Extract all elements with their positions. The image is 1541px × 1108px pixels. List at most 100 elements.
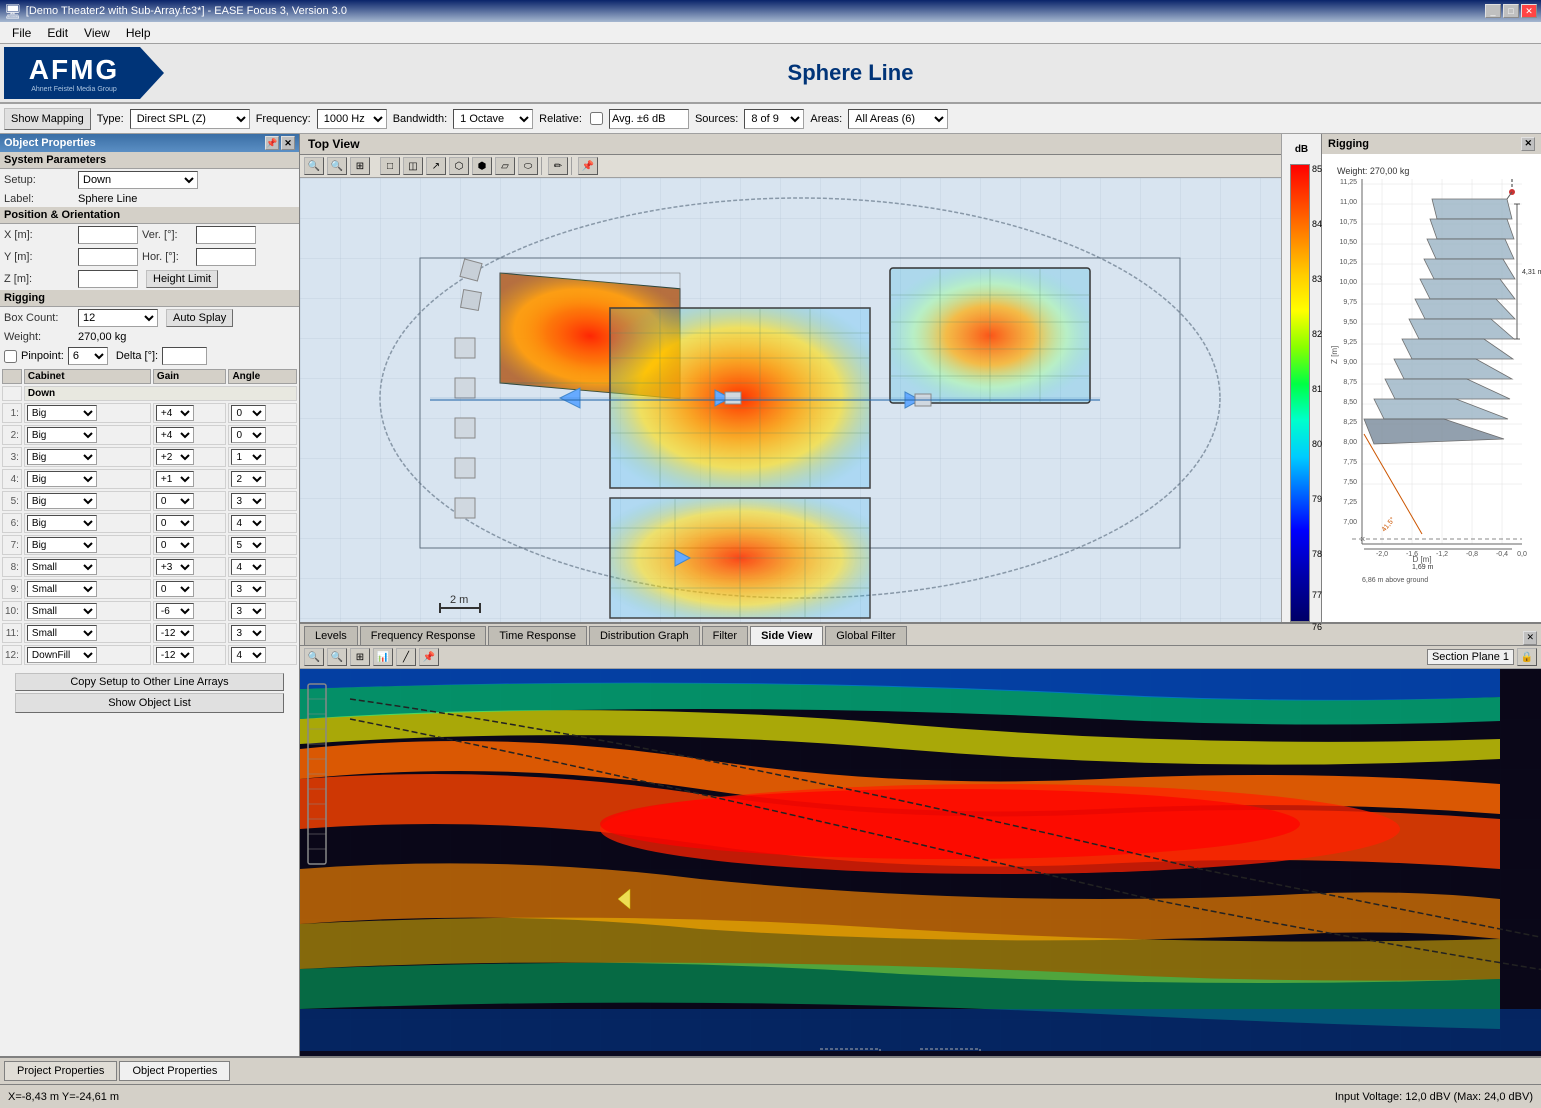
cab-type-select[interactable]: Small	[27, 625, 97, 641]
shape-btn[interactable]: ⬡	[449, 157, 469, 175]
cab-angle-select[interactable]: 1	[231, 449, 266, 465]
cab-gain-select[interactable]: +4	[156, 427, 194, 443]
shape4-btn[interactable]: ⬭	[518, 157, 538, 175]
pinpoint-select[interactable]: 6	[68, 347, 108, 365]
section-lock[interactable]: 🔒	[1517, 648, 1537, 666]
zoom-in-btn[interactable]: 🔍	[304, 157, 324, 175]
rigging-close-btn[interactable]: ✕	[1521, 137, 1535, 151]
cab-angle-select[interactable]: 2	[231, 471, 266, 487]
menu-view[interactable]: View	[76, 24, 118, 42]
section-graph[interactable]: 📊	[373, 648, 393, 666]
cab-gain-select[interactable]: +2	[156, 449, 194, 465]
tab-global-filter[interactable]: Global Filter	[825, 626, 906, 645]
cab-gain-select[interactable]: +3	[156, 559, 194, 575]
fit-btn[interactable]: ⊞	[350, 157, 370, 175]
tab-filter[interactable]: Filter	[702, 626, 748, 645]
cab-gain-select[interactable]: 0	[156, 581, 194, 597]
pin-btn[interactable]: 📌	[578, 157, 598, 175]
zoom-out-btn[interactable]: 🔍	[327, 157, 347, 175]
section-zoom-out[interactable]: 🔍	[327, 648, 347, 666]
object-properties-tab[interactable]: Object Properties	[119, 1061, 230, 1081]
cab-gain-select[interactable]: -6	[156, 603, 194, 619]
cab-angle-select[interactable]: 3	[231, 493, 266, 509]
select-btn[interactable]: □	[380, 157, 400, 175]
type-select[interactable]: Direct SPL (Z)	[130, 109, 250, 129]
copy-setup-button[interactable]: Copy Setup to Other Line Arrays	[15, 673, 284, 691]
show-mapping-button[interactable]: Show Mapping	[4, 108, 91, 130]
relative-value[interactable]	[609, 109, 689, 129]
cab-gain-select[interactable]: +4	[156, 405, 194, 421]
section-pin[interactable]: 📌	[419, 648, 439, 666]
project-properties-tab[interactable]: Project Properties	[4, 1061, 117, 1081]
menu-edit[interactable]: Edit	[39, 24, 76, 42]
pencil-btn[interactable]: ✏	[548, 157, 568, 175]
section-fit[interactable]: ⊞	[350, 648, 370, 666]
cab-angle-select[interactable]: 4	[231, 515, 266, 531]
cab-gain-select[interactable]: -12	[156, 647, 194, 663]
arrow-btn[interactable]: ↗	[426, 157, 446, 175]
cab-angle-select[interactable]: 3	[231, 603, 266, 619]
menu-help[interactable]: Help	[118, 24, 159, 42]
tab-time[interactable]: Time Response	[488, 626, 587, 645]
cab-type-select[interactable]: Small	[27, 581, 97, 597]
cab-type-select[interactable]: Small	[27, 603, 97, 619]
cab-type-select[interactable]: Big	[27, 449, 97, 465]
z-input[interactable]: 11,00	[78, 270, 138, 288]
tab-distribution[interactable]: Distribution Graph	[589, 626, 700, 645]
auto-splay-button[interactable]: Auto Splay	[166, 309, 233, 327]
delta-input[interactable]: -1,13	[162, 347, 207, 365]
frequency-select[interactable]: 1000 Hz	[317, 109, 387, 129]
shape2-btn[interactable]: ⬢	[472, 157, 492, 175]
cab-angle-select[interactable]: 0	[231, 405, 266, 421]
panel-scroll[interactable]: System Parameters Setup: Down Label: Sph…	[0, 152, 299, 1056]
cab-gain-select[interactable]: 0	[156, 493, 194, 509]
relative-checkbox[interactable]	[590, 112, 603, 125]
cab-type-select[interactable]: Big	[27, 537, 97, 553]
cab-gain-select[interactable]: -12	[156, 625, 194, 641]
cab-gain-select[interactable]: +1	[156, 471, 194, 487]
cab-type-select[interactable]: Small	[27, 559, 97, 575]
height-limit-button[interactable]: Height Limit	[146, 270, 218, 288]
areas-select[interactable]: All Areas (6)	[848, 109, 948, 129]
sources-select[interactable]: 8 of 9	[744, 109, 804, 129]
cab-type-select[interactable]: Big	[27, 493, 97, 509]
tab-levels[interactable]: Levels	[304, 626, 358, 645]
hor-input[interactable]: 0,00	[196, 248, 256, 266]
cab-type-select[interactable]: Big	[27, 515, 97, 531]
tab-side-view[interactable]: Side View	[750, 626, 823, 645]
select2-btn[interactable]: ◫	[403, 157, 423, 175]
cab-angle-select[interactable]: 4	[231, 647, 266, 663]
ver-input[interactable]: -4,75	[196, 226, 256, 244]
show-object-list-button[interactable]: Show Object List	[15, 693, 284, 713]
cab-angle-select[interactable]: 5	[231, 537, 266, 553]
bandwidth-select[interactable]: 1 Octave	[453, 109, 533, 129]
section-zoom-in[interactable]: 🔍	[304, 648, 324, 666]
table-row: 11: Small -12 3	[2, 623, 297, 643]
maximize-button[interactable]: □	[1503, 4, 1519, 18]
cab-angle-select[interactable]: 4	[231, 559, 266, 575]
cab-type-select[interactable]: Big	[27, 405, 97, 421]
cab-type-select[interactable]: Big	[27, 427, 97, 443]
cab-type-select[interactable]: Big	[27, 471, 97, 487]
panel-close-button[interactable]: ✕	[281, 136, 295, 150]
menu-file[interactable]: File	[4, 24, 39, 42]
y-input[interactable]: -28,00	[78, 248, 138, 266]
box-count-select[interactable]: 12	[78, 309, 158, 327]
cab-gain-select[interactable]: 0	[156, 515, 194, 531]
cab-angle-select[interactable]: 0	[231, 427, 266, 443]
section-line[interactable]: ╱	[396, 648, 416, 666]
x-input[interactable]: -12,77	[78, 226, 138, 244]
shape3-btn[interactable]: ▱	[495, 157, 515, 175]
cab-type-select[interactable]: DownFill	[27, 647, 97, 663]
bottom-panel-close[interactable]: ✕	[1523, 631, 1537, 645]
cab-angle-select[interactable]: 3	[231, 581, 266, 597]
tab-frequency[interactable]: Frequency Response	[360, 626, 487, 645]
close-button[interactable]: ✕	[1521, 4, 1537, 18]
table-row: 5: Big 0 3	[2, 491, 297, 511]
panel-pin-button[interactable]: 📌	[265, 136, 279, 150]
setup-select[interactable]: Down	[78, 171, 198, 189]
pinpoint-checkbox[interactable]	[4, 350, 17, 363]
minimize-button[interactable]: _	[1485, 4, 1501, 18]
cab-gain-select[interactable]: 0	[156, 537, 194, 553]
cab-angle-select[interactable]: 3	[231, 625, 266, 641]
